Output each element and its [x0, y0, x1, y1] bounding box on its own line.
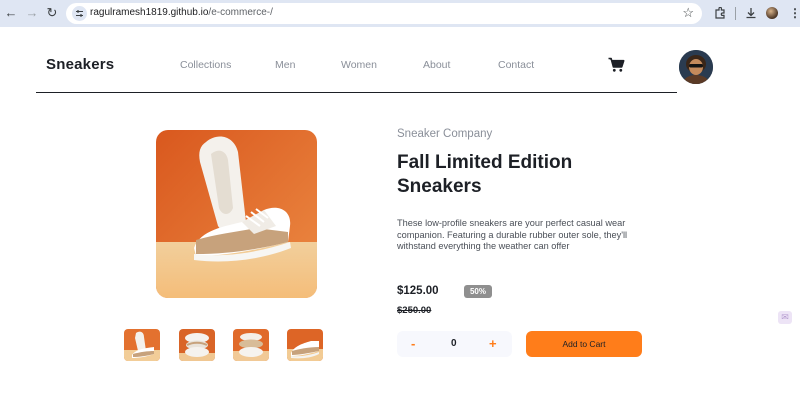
url-text[interactable]: ragulramesh1819.github.io/e-commerce-/ [90, 7, 273, 18]
product-description: These low-profile sneakers are your perf… [397, 218, 628, 252]
floating-extension-icon[interactable]: ✉ [778, 311, 792, 324]
url-host: ragulramesh1819.github.io [90, 7, 209, 18]
address-bar[interactable]: ragulramesh1819.github.io/e-commerce-/ ☆ [66, 3, 702, 24]
product-main-image[interactable] [156, 130, 317, 298]
discount-badge: 50% [464, 285, 492, 298]
back-arrow-icon[interactable]: ← [3, 5, 19, 21]
nav-men[interactable]: Men [275, 59, 295, 71]
increase-quantity-button[interactable]: + [489, 336, 497, 351]
forward-arrow-icon[interactable]: → [24, 5, 40, 21]
product-price: $125.00 [397, 285, 439, 297]
quantity-stepper: - 0 + [397, 331, 512, 357]
product-title: Fall Limited Edition Sneakers [397, 152, 573, 197]
thumbnail-4[interactable] [287, 329, 323, 361]
thumbnail-2[interactable] [179, 329, 215, 361]
original-price: $250.00 [397, 305, 432, 316]
reload-icon[interactable]: ↻ [44, 5, 60, 21]
toolbar-divider [735, 7, 736, 20]
menu-dots-icon[interactable]: ⋮ [789, 5, 800, 21]
quantity-value: 0 [451, 338, 457, 349]
decrease-quantity-button[interactable]: - [411, 336, 415, 351]
add-to-cart-button[interactable]: Add to Cart [526, 331, 642, 357]
product-company: Sneaker Company [397, 128, 493, 140]
profile-avatar-icon[interactable] [766, 7, 778, 19]
url-path: /e-commerce-/ [208, 7, 273, 18]
user-avatar[interactable] [679, 50, 713, 84]
nav-about[interactable]: About [423, 59, 450, 71]
header-divider [36, 92, 677, 93]
download-icon[interactable] [745, 5, 757, 21]
nav-women[interactable]: Women [341, 59, 377, 71]
thumbnail-3[interactable] [233, 329, 269, 361]
extensions-icon[interactable] [714, 5, 726, 21]
nav-collections[interactable]: Collections [180, 59, 231, 71]
bookmark-star-icon[interactable]: ☆ [682, 5, 694, 21]
site-settings-icon[interactable] [72, 6, 87, 21]
cart-icon[interactable] [608, 57, 625, 78]
nav-contact[interactable]: Contact [498, 59, 534, 71]
browser-toolbar: ← → ↻ ragulramesh1819.github.io/e-commer… [0, 0, 800, 27]
thumbnail-1[interactable] [124, 329, 160, 361]
site-logo[interactable]: Sneakers [46, 56, 114, 73]
